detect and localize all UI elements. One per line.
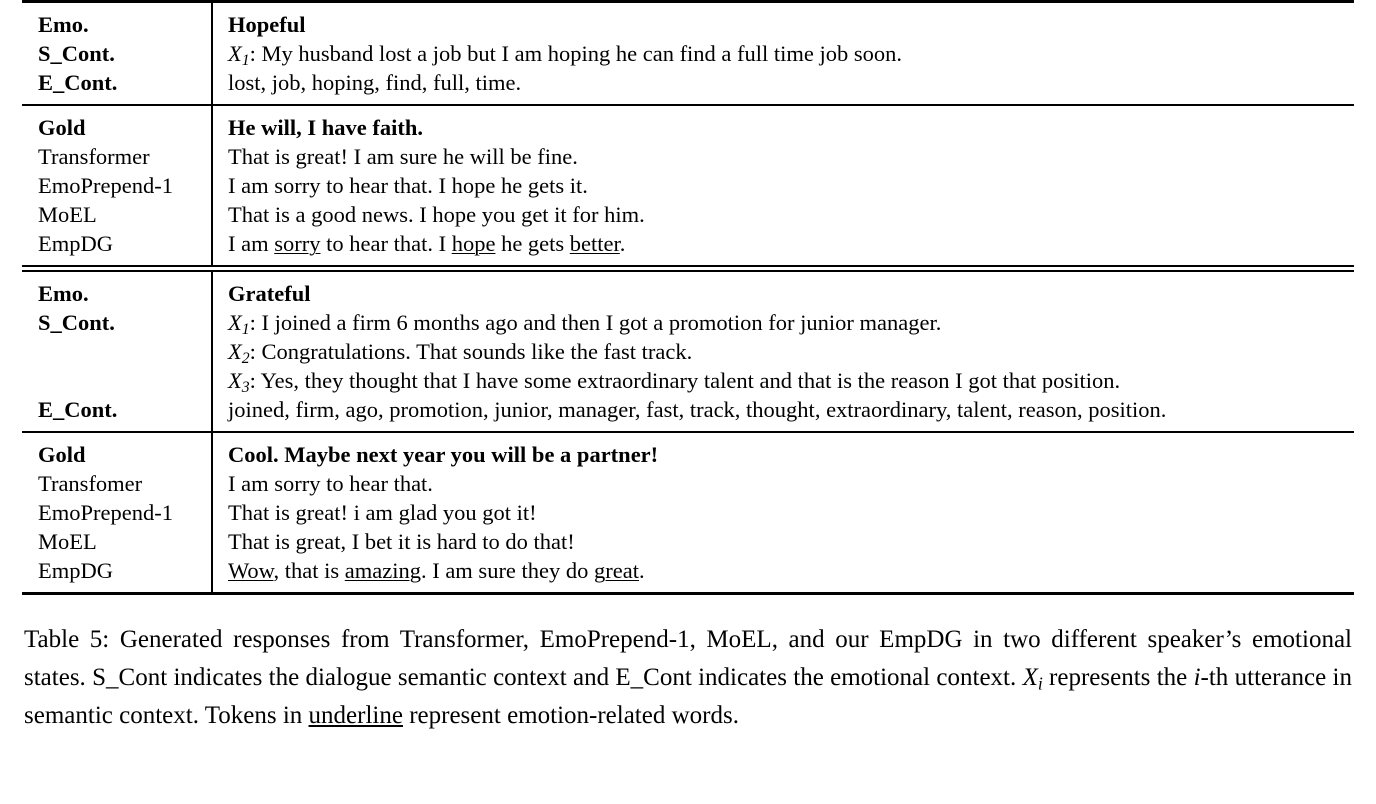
column-divider xyxy=(211,106,213,265)
caption-math-xi: Xi xyxy=(1022,664,1043,694)
paper-table-figure: Emo. Hopeful S_Cont. X1: My husband lost a … xyxy=(0,0,1376,804)
row-label-s-cont: S_Cont. xyxy=(38,310,115,335)
table-row: E_Cont. lost, job, hoping, find, full, ti… xyxy=(22,68,1354,97)
table-block-example-1-responses: Gold He will, I have faith. Transformer Tha… xyxy=(22,106,1354,265)
caption-text-4: represent emotion-related words. xyxy=(402,702,739,729)
row-content: I am sorry to hear that. xyxy=(228,471,433,496)
table-row: X3: Yes, they thought that I have some e… xyxy=(22,366,1354,395)
utterance-index: X3 xyxy=(228,368,250,396)
utterance-index: X2 xyxy=(228,339,250,367)
table-section-divider xyxy=(22,265,1354,272)
table-row: EmoPrepend-1 That is great! i am glad you… xyxy=(22,498,1354,527)
row-content: That is great! i am glad you got it! xyxy=(228,500,537,525)
table-row: EmpDG I am sorry to hear that. I hope he … xyxy=(22,229,1354,258)
table-row: Emo. Grateful xyxy=(22,279,1354,308)
row-label-gold: Gold xyxy=(38,115,86,140)
table-row: S_Cont. X1: I joined a firm 6 months ago … xyxy=(22,308,1354,337)
caption-text-2: represents the xyxy=(1042,664,1194,691)
table-row: X2: Congratulations. That sounds like th… xyxy=(22,337,1354,366)
table-row: E_Cont. joined, firm, ago, promotion, jun… xyxy=(22,395,1354,424)
row-label-emo: Emo. xyxy=(38,12,89,37)
rows-2: Emo. Grateful S_Cont. X1: I joined a firm 6… xyxy=(22,279,1354,424)
table-row: Transfomer I am sorry to hear that. xyxy=(22,469,1354,498)
row-content: That is great! I am sure he will be fine… xyxy=(228,144,578,169)
utterance-index: X1 xyxy=(228,310,250,338)
table-bottom-rule xyxy=(22,592,1354,595)
table-row: EmpDG Wow, that is amazing. I am sure the… xyxy=(22,556,1354,585)
row-label-emoprepend-1: EmoPrepend-1 xyxy=(38,173,173,198)
row-label-empty xyxy=(22,366,211,395)
utterance-index: X1 xyxy=(228,41,250,69)
column-divider xyxy=(211,272,213,431)
table-caption: Table 5: Generated responses from Transf… xyxy=(22,621,1354,735)
caption-math-i: i xyxy=(1193,664,1201,691)
table-row: Emo. Hopeful xyxy=(22,10,1354,39)
row-label-empty xyxy=(22,337,211,366)
emotion-word: Wow xyxy=(228,558,274,583)
caption-underline-example: underline xyxy=(308,702,403,729)
emotion-word: hope xyxy=(451,231,496,256)
row-content: lost, job, hoping, find, full, time. xyxy=(228,70,522,95)
table-block-example-2-context: Emo. Grateful S_Cont. X1: I joined a firm 6… xyxy=(22,272,1354,431)
row-label-gold: Gold xyxy=(38,442,86,467)
rows-0: Emo. Hopeful S_Cont. X1: My husband lost a … xyxy=(22,10,1354,97)
rows-1: Gold He will, I have faith. Transformer Tha… xyxy=(22,113,1354,258)
row-content: X2: Congratulations. That sounds like th… xyxy=(228,339,693,367)
row-label-moel: MoEL xyxy=(38,202,97,227)
row-content: I am sorry to hear that. I hope he gets … xyxy=(228,173,588,198)
row-content: X3: Yes, they thought that I have some e… xyxy=(228,368,1121,396)
row-content: joined, firm, ago, promotion, junior, ma… xyxy=(228,397,1167,422)
rows-3: Gold Cool. Maybe next year you will be a … xyxy=(22,440,1354,585)
emotion-word: great xyxy=(594,558,640,583)
table-row: MoEL That is a good news. I hope you get … xyxy=(22,200,1354,229)
row-label-empdg: EmpDG xyxy=(38,558,113,583)
table-block-example-1-context: Emo. Hopeful S_Cont. X1: My husband lost a … xyxy=(22,3,1354,104)
emotion-word: sorry xyxy=(274,231,321,256)
row-label-transfomer: Transfomer xyxy=(38,471,143,496)
table-row: EmoPrepend-1 I am sorry to hear that. I h… xyxy=(22,171,1354,200)
row-label-s-cont: S_Cont. xyxy=(38,41,115,66)
table-row: Gold He will, I have faith. xyxy=(22,113,1354,142)
emotion-word: amazing xyxy=(344,558,421,583)
row-label-emoprepend-1: EmoPrepend-1 xyxy=(38,500,173,525)
table-row: S_Cont. X1: My husband lost a job but I a… xyxy=(22,39,1354,68)
row-content: Cool. Maybe next year you will be a part… xyxy=(228,442,659,467)
row-content: That is a good news. I hope you get it f… xyxy=(228,202,645,227)
emotion-word: better xyxy=(569,231,620,256)
table-row: Gold Cool. Maybe next year you will be a … xyxy=(22,440,1354,469)
row-content: Wow, that is amazing. I am sure they do … xyxy=(228,558,645,583)
row-label-transformer: Transformer xyxy=(38,144,150,169)
row-label-e-cont: E_Cont. xyxy=(38,397,118,422)
row-label-e-cont: E_Cont. xyxy=(38,70,118,95)
column-divider xyxy=(211,433,213,592)
row-label-empdg: EmpDG xyxy=(38,231,113,256)
column-divider xyxy=(211,3,213,104)
row-label-moel: MoEL xyxy=(38,529,97,554)
row-content: I am sorry to hear that. I hope he gets … xyxy=(228,231,626,256)
table-block-example-2-responses: Gold Cool. Maybe next year you will be a … xyxy=(22,433,1354,592)
row-content: X1: I joined a firm 6 months ago and the… xyxy=(228,310,942,338)
row-content: Grateful xyxy=(228,281,311,306)
row-content: He will, I have faith. xyxy=(228,115,423,140)
table-row: Transformer That is great! I am sure he w… xyxy=(22,142,1354,171)
table-row: MoEL That is great, I bet it is hard to d… xyxy=(22,527,1354,556)
row-content: That is great, I bet it is hard to do th… xyxy=(228,529,575,554)
row-label-emo: Emo. xyxy=(38,281,89,306)
row-content: Hopeful xyxy=(228,12,306,37)
row-content: X1: My husband lost a job but I am hopin… xyxy=(228,41,903,69)
